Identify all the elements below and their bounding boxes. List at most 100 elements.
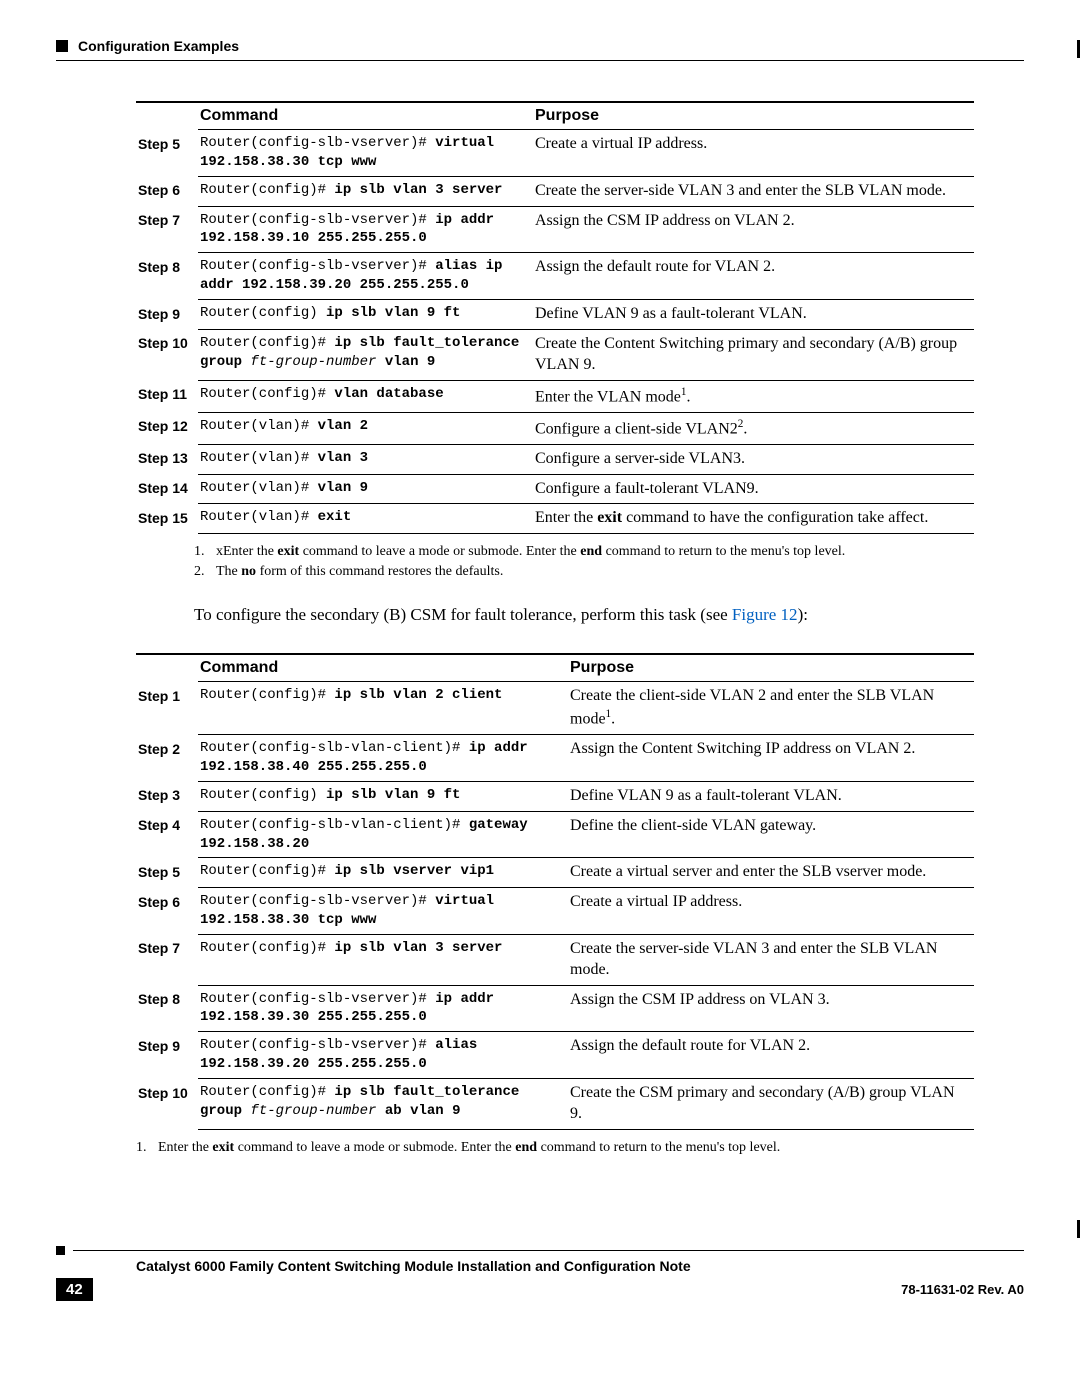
command-cell: Router(config)# ip slb vlan 2 client	[198, 682, 568, 735]
step-label: Step 12	[136, 412, 198, 444]
doc-title: Catalyst 6000 Family Content Switching M…	[136, 1258, 1024, 1274]
table-row: Step 6Router(config)# ip slb vlan 3 serv…	[136, 176, 974, 206]
command-table-a: Command Purpose Step 5Router(config-slb-…	[136, 101, 974, 534]
step-label: Step 7	[136, 206, 198, 253]
purpose-cell: Create the client-side VLAN 2 and enter …	[568, 682, 974, 735]
step-label: Step 8	[136, 253, 198, 300]
content-area: Command Purpose Step 5Router(config-slb-…	[136, 101, 974, 1156]
command-cell: Router(vlan)# vlan 9	[198, 474, 533, 504]
step-label: Step 1	[136, 682, 198, 735]
table-row: Step 3Router(config) ip slb vlan 9 ftDef…	[136, 781, 974, 811]
command-cell: Router(config-slb-vserver)# virtual 192.…	[198, 888, 568, 935]
step-label: Step 9	[136, 1032, 198, 1079]
command-cell: Router(config-slb-vserver)# ip addr 192.…	[198, 206, 533, 253]
purpose-cell: Create the CSM primary and secondary (A/…	[568, 1079, 974, 1130]
command-table-b: Command Purpose Step 1Router(config)# ip…	[136, 653, 974, 1130]
col-command: Command	[198, 102, 533, 130]
table-row: Step 5Router(config-slb-vserver)# virtua…	[136, 130, 974, 177]
purpose-cell: Configure a server-side VLAN3.	[533, 444, 974, 474]
section-title: Configuration Examples	[78, 38, 239, 54]
page: Configuration Examples Command Purpose S…	[0, 0, 1080, 1341]
purpose-cell: Enter the VLAN mode1.	[533, 380, 974, 412]
command-cell: Router(vlan)# vlan 2	[198, 412, 533, 444]
step-label: Step 10	[136, 1079, 198, 1130]
step-label: Step 7	[136, 934, 198, 985]
table-row: Step 5Router(config)# ip slb vserver vip…	[136, 858, 974, 888]
para-post: ):	[798, 605, 808, 624]
command-cell: Router(config-slb-vserver)# alias ip add…	[198, 253, 533, 300]
footnote: 1.xEnter the exit command to leave a mod…	[194, 544, 974, 560]
footnote-number: 1.	[136, 1140, 158, 1156]
table-row: Step 14Router(vlan)# vlan 9Configure a f…	[136, 474, 974, 504]
step-label: Step 5	[136, 130, 198, 177]
page-number: 42	[56, 1278, 93, 1301]
command-cell: Router(config-slb-vserver)# alias 192.15…	[198, 1032, 568, 1079]
table-row: Step 9Router(config-slb-vserver)# alias …	[136, 1032, 974, 1079]
command-cell: Router(config) ip slb vlan 9 ft	[198, 300, 533, 330]
purpose-cell: Configure a client-side VLAN22.	[533, 412, 974, 444]
purpose-cell: Assign the default route for VLAN 2.	[568, 1032, 974, 1079]
purpose-cell: Assign the Content Switching IP address …	[568, 735, 974, 782]
step-label: Step 2	[136, 735, 198, 782]
command-cell: Router(config)# ip slb fault_tolerance g…	[198, 329, 533, 380]
purpose-cell: Create the server-side VLAN 3 and enter …	[568, 934, 974, 985]
command-cell: Router(config)# ip slb vlan 3 server	[198, 934, 568, 985]
square-bullet-icon	[56, 1246, 65, 1255]
table-row: Step 7Router(config)# ip slb vlan 3 serv…	[136, 934, 974, 985]
footnotes-a: 1.xEnter the exit command to leave a mod…	[194, 544, 974, 580]
intro-paragraph: To configure the secondary (B) CSM for f…	[194, 604, 974, 627]
command-cell: Router(config-slb-vserver)# virtual 192.…	[198, 130, 533, 177]
table-row: Step 4Router(config-slb-vlan-client)# ga…	[136, 811, 974, 858]
step-label: Step 11	[136, 380, 198, 412]
table-row: Step 15Router(vlan)# exitEnter the exit …	[136, 504, 974, 534]
col-purpose: Purpose	[533, 102, 974, 130]
col-command: Command	[198, 654, 568, 682]
command-cell: Router(config-slb-vserver)# ip addr 192.…	[198, 985, 568, 1032]
step-label: Step 8	[136, 985, 198, 1032]
step-label: Step 6	[136, 176, 198, 206]
step-label: Step 15	[136, 504, 198, 534]
step-label: Step 13	[136, 444, 198, 474]
table-row: Step 10Router(config)# ip slb fault_tole…	[136, 329, 974, 380]
square-bullet-icon	[56, 40, 68, 52]
step-label: Step 5	[136, 858, 198, 888]
footnote-number: 2.	[194, 564, 216, 580]
table-row: Step 13Router(vlan)# vlan 3Configure a s…	[136, 444, 974, 474]
section-header: Configuration Examples	[56, 38, 1024, 54]
table-row: Step 1Router(config)# ip slb vlan 2 clie…	[136, 682, 974, 735]
purpose-cell: Create the Content Switching primary and…	[533, 329, 974, 380]
command-cell: Router(config)# ip slb vserver vip1	[198, 858, 568, 888]
command-cell: Router(vlan)# vlan 3	[198, 444, 533, 474]
purpose-cell: Create a virtual IP address.	[533, 130, 974, 177]
footer-rule-line	[73, 1250, 1024, 1251]
step-label: Step 14	[136, 474, 198, 504]
purpose-cell: Assign the CSM IP address on VLAN 3.	[568, 985, 974, 1032]
purpose-cell: Configure a fault-tolerant VLAN9.	[533, 474, 974, 504]
command-cell: Router(config)# ip slb vlan 3 server	[198, 176, 533, 206]
table-row: Step 11Router(config)# vlan databaseEnte…	[136, 380, 974, 412]
table-row: Step 9Router(config) ip slb vlan 9 ftDef…	[136, 300, 974, 330]
footnote: 2.The no form of this command restores t…	[194, 564, 974, 580]
command-cell: Router(vlan)# exit	[198, 504, 533, 534]
command-cell: Router(config)# vlan database	[198, 380, 533, 412]
command-cell: Router(config-slb-vlan-client)# ip addr …	[198, 735, 568, 782]
purpose-cell: Create the server-side VLAN 3 and enter …	[533, 176, 974, 206]
purpose-cell: Define the client-side VLAN gateway.	[568, 811, 974, 858]
step-label: Step 4	[136, 811, 198, 858]
step-label: Step 9	[136, 300, 198, 330]
command-cell: Router(config)# ip slb fault_tolerance g…	[198, 1079, 568, 1130]
table-row: Step 2Router(config-slb-vlan-client)# ip…	[136, 735, 974, 782]
figure-link[interactable]: Figure 12	[732, 605, 798, 624]
footnote-text: Enter the exit command to leave a mode o…	[158, 1140, 780, 1156]
table-row: Step 12Router(vlan)# vlan 2Configure a c…	[136, 412, 974, 444]
purpose-cell: Assign the CSM IP address on VLAN 2.	[533, 206, 974, 253]
command-cell: Router(config-slb-vlan-client)# gateway …	[198, 811, 568, 858]
purpose-cell: Define VLAN 9 as a fault-tolerant VLAN.	[568, 781, 974, 811]
footnote-number: 1.	[194, 544, 216, 560]
purpose-cell: Create a virtual server and enter the SL…	[568, 858, 974, 888]
purpose-cell: Define VLAN 9 as a fault-tolerant VLAN.	[533, 300, 974, 330]
table-row: Step 8Router(config-slb-vserver)# ip add…	[136, 985, 974, 1032]
step-label: Step 3	[136, 781, 198, 811]
revision: 78-11631-02 Rev. A0	[901, 1282, 1024, 1297]
para-pre: To configure the secondary (B) CSM for f…	[194, 605, 732, 624]
